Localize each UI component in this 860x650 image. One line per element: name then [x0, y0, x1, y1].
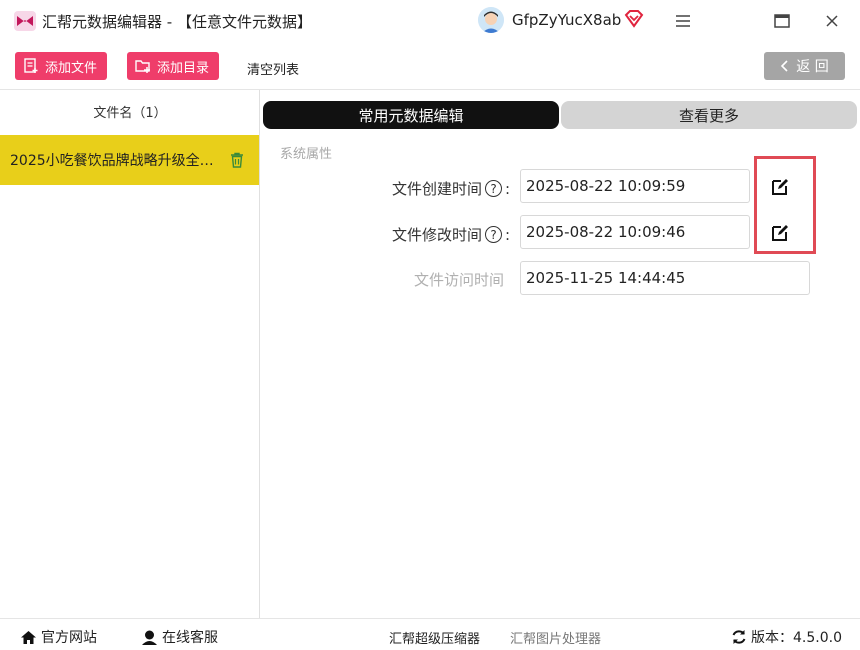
image-tool-link[interactable]: 汇帮图片处理器 — [510, 628, 601, 647]
clear-list-button[interactable]: 清空列表 — [247, 59, 299, 78]
maximize-icon[interactable] — [768, 8, 796, 34]
tab-common-metadata[interactable]: 常用元数据编辑 — [263, 101, 559, 129]
file-name: 2025小吃餐饮品牌战略升级全案... — [10, 153, 222, 169]
created-time-label: 文件创建时间 ? : — [392, 178, 510, 199]
accessed-time-label: 文件访问时间 — [414, 271, 505, 289]
accessed-time-field[interactable]: 2025-11-25 14:44:45 — [520, 261, 810, 295]
tab-view-more[interactable]: 查看更多 — [561, 101, 857, 129]
list-item[interactable]: 2025小吃餐饮品牌战略升级全案... — [0, 135, 259, 185]
file-list-panel: 文件名（1） 2025小吃餐饮品牌战略升级全案... — [0, 90, 260, 618]
support-link[interactable]: 在线客服 — [141, 627, 218, 647]
add-file-icon — [24, 58, 38, 73]
app-title: 汇帮元数据编辑器 - 【任意文件元数据】 — [42, 13, 312, 31]
chevron-left-icon — [781, 60, 788, 72]
version-info[interactable]: 版本：4.5.0.0 — [731, 627, 842, 647]
close-icon[interactable] — [818, 8, 846, 34]
created-time-label-text: 文件创建时间 — [392, 180, 483, 198]
help-icon[interactable]: ? — [485, 180, 503, 197]
website-label: 官方网站 — [41, 630, 97, 646]
back-button[interactable]: 返 回 — [764, 52, 845, 80]
modified-time-label-text: 文件修改时间 — [392, 226, 483, 244]
back-label: 返 回 — [796, 59, 829, 75]
title-bar: 汇帮元数据编辑器 - 【任意文件元数据】 GfpZyYucX8ab — [0, 0, 860, 42]
add-folder-icon — [135, 60, 150, 73]
add-file-label: 添加文件 — [45, 60, 98, 76]
section-label: 系统属性 — [280, 147, 333, 162]
avatar[interactable] — [478, 7, 504, 33]
file-list-header: 文件名（1） — [93, 105, 167, 121]
refresh-icon — [732, 630, 746, 644]
toolbar: 添加文件 添加目录 清空列表 — [0, 42, 860, 90]
add-directory-button[interactable]: 添加目录 — [127, 52, 220, 80]
headset-icon — [142, 630, 157, 645]
add-file-button[interactable]: 添加文件 — [15, 52, 108, 80]
label-colon: : — [505, 179, 511, 198]
highlight-box — [754, 156, 816, 254]
help-icon[interactable]: ? — [485, 226, 503, 243]
support-label: 在线客服 — [162, 630, 218, 646]
app-logo-icon — [14, 11, 36, 31]
compressor-link[interactable]: 汇帮超级压缩器 — [389, 628, 480, 647]
menu-icon[interactable] — [669, 8, 697, 34]
modified-time-field[interactable]: 2025-08-22 10:09:46 — [520, 215, 750, 249]
footer: 官方网站 在线客服 汇帮超级压缩器 汇帮图片处理器 版本：4.5.0.0 — [0, 618, 860, 650]
add-directory-label: 添加目录 — [157, 60, 210, 76]
modified-time-label: 文件修改时间 ? : — [392, 224, 510, 245]
version-label: 版本：4.5.0.0 — [751, 630, 842, 646]
username[interactable]: GfpZyYucX8ab — [512, 11, 621, 29]
created-time-field[interactable]: 2025-08-22 10:09:59 — [520, 169, 750, 203]
user-avatar-icon — [478, 7, 504, 33]
vip-diamond-icon[interactable] — [624, 10, 644, 28]
label-colon: : — [505, 225, 511, 244]
website-link[interactable]: 官方网站 — [20, 627, 97, 647]
trash-icon[interactable] — [230, 152, 244, 168]
home-icon — [21, 630, 36, 644]
